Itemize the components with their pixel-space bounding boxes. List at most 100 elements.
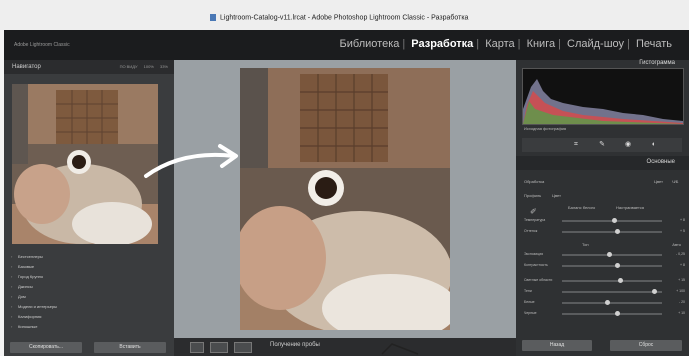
temp-label: Температура xyxy=(524,218,546,222)
nav-option-33[interactable]: 33% xyxy=(160,64,168,69)
module-picker: Библиотека | Разработка | Карта | Книга | Сл… xyxy=(337,38,675,50)
navigator-photo xyxy=(12,84,158,244)
toolbar: Получение пробы xyxy=(174,338,516,356)
exposure-value[interactable]: - 0,25 xyxy=(676,252,685,256)
module-separator: | xyxy=(558,38,561,50)
survey-view-button[interactable] xyxy=(234,342,252,353)
blacks-value[interactable]: + 10 xyxy=(678,311,685,315)
tint-label: Оттенок xyxy=(524,229,538,233)
wb-label: Баланс белого xyxy=(568,205,596,210)
highlights-value[interactable]: + 15 xyxy=(678,278,685,282)
treatment-bw-option[interactable]: Ч/Б xyxy=(672,179,678,184)
whites-slider[interactable] xyxy=(562,300,662,305)
module-print[interactable]: Печать xyxy=(633,38,675,50)
loupe-view-button[interactable] xyxy=(190,342,204,353)
right-panel: Гистограмма Исходная фотография ⌗ ✎ ◉ ◐ … xyxy=(516,60,689,356)
module-develop[interactable]: Разработка xyxy=(408,38,476,50)
temp-slider-knob[interactable] xyxy=(611,218,617,223)
nav-option-100[interactable]: 100% xyxy=(144,64,154,69)
contrast-label: Контрастность xyxy=(524,263,548,267)
tone-label: Тон xyxy=(582,242,589,247)
preset-item[interactable]: Дом xyxy=(8,292,174,302)
previous-button[interactable]: Назад xyxy=(522,340,592,351)
module-separator: | xyxy=(627,38,630,50)
left-panel: Навигатор ПО ВИДУ 100% 33% › Бестселлеры… xyxy=(4,60,174,356)
main-image[interactable] xyxy=(240,68,450,330)
red-eye-icon[interactable]: ◉ xyxy=(624,141,632,149)
basic-panel-header[interactable]: Основные xyxy=(516,156,689,170)
histogram-label[interactable]: Гистограмма xyxy=(639,60,675,66)
crop-icon[interactable]: ⌗ xyxy=(572,141,580,149)
preset-item[interactable]: Город Крупно xyxy=(8,272,174,282)
navigator-options: ПО ВИДУ 100% 33% xyxy=(115,60,168,74)
reset-button[interactable]: Сброс xyxy=(610,340,682,351)
decorative-arrow xyxy=(144,144,238,178)
copy-settings-button[interactable]: Скопировать... xyxy=(10,342,82,353)
module-map[interactable]: Карта xyxy=(482,38,517,50)
original-photo-label[interactable]: Исходная фотография xyxy=(524,126,566,131)
profile-label: Профиль xyxy=(524,193,542,198)
whites-value[interactable]: - 20 xyxy=(679,300,685,304)
window-titlebar: Lightroom-Catalog-v11.lrcat - Adobe Phot… xyxy=(0,0,689,30)
treatment-color-option[interactable]: Цвет xyxy=(654,179,663,184)
wb-dropdown[interactable]: Настраивается xyxy=(616,205,644,210)
paste-settings-button[interactable]: Вставить xyxy=(94,342,166,353)
preset-item[interactable]: Базовые xyxy=(8,262,174,272)
whites-slider-knob[interactable] xyxy=(604,300,610,305)
exposure-slider-knob[interactable] xyxy=(606,252,612,257)
presets-list: Бестселлеры Базовые Город Крупно Джинсы … xyxy=(8,252,174,332)
module-library[interactable]: Библиотека xyxy=(337,38,403,50)
tint-slider-knob[interactable] xyxy=(614,229,620,234)
masking-icon[interactable]: ◐ xyxy=(650,141,658,149)
right-panel-buttons: Назад Сброс xyxy=(522,340,682,352)
preset-item[interactable]: Калифорния xyxy=(8,312,174,322)
module-slideshow[interactable]: Слайд-шоу xyxy=(564,38,627,50)
shadows-value[interactable]: + 100 xyxy=(676,289,685,293)
window-title-text: Lightroom-Catalog-v11.lrcat - Adobe Phot… xyxy=(220,14,469,22)
histogram-graph xyxy=(523,79,683,124)
module-separator: | xyxy=(476,38,480,50)
exposure-label: Экспозиция xyxy=(524,252,544,256)
navigator-label: Навигатор xyxy=(12,64,41,70)
tool-strip: ⌗ ✎ ◉ ◐ xyxy=(522,138,682,152)
blacks-slider[interactable] xyxy=(562,311,662,316)
module-separator: | xyxy=(517,38,521,50)
exposure-slider[interactable] xyxy=(562,252,662,257)
preset-item[interactable]: Джинсы xyxy=(8,282,174,292)
compare-view-button[interactable] xyxy=(210,342,228,353)
tint-value[interactable]: + 5 xyxy=(680,229,685,233)
soft-proof-label[interactable]: Получение пробы xyxy=(270,342,320,348)
tone-auto-button[interactable]: Авто xyxy=(672,242,681,247)
decorative-stroke xyxy=(381,343,419,355)
left-panel-buttons: Скопировать... Вставить xyxy=(10,342,170,354)
nav-option-fit[interactable]: ПО ВИДУ xyxy=(120,64,138,69)
brand-label: Adobe Lightroom Classic xyxy=(14,42,70,48)
healing-brush-icon[interactable]: ✎ xyxy=(598,141,606,149)
main-canvas[interactable] xyxy=(174,60,516,338)
blacks-slider-knob[interactable] xyxy=(614,311,620,316)
navigator-preview-image[interactable] xyxy=(12,84,158,244)
contrast-slider[interactable] xyxy=(562,263,662,268)
preset-item[interactable]: Бестселлеры xyxy=(8,252,174,262)
temp-slider[interactable] xyxy=(562,218,662,223)
preset-item[interactable]: Модели и интерьеры xyxy=(8,302,174,312)
module-header: Adobe Lightroom Classic Библиотека | Разр… xyxy=(4,30,689,60)
histogram xyxy=(522,68,684,125)
module-book[interactable]: Книга xyxy=(524,38,559,50)
tint-slider[interactable] xyxy=(562,229,662,234)
contrast-value[interactable]: + 8 xyxy=(680,263,685,267)
navigator-header[interactable]: Навигатор ПО ВИДУ 100% 33% xyxy=(4,60,174,74)
highlights-slider-knob[interactable] xyxy=(617,278,623,283)
profile-dropdown[interactable]: Цвет xyxy=(552,193,561,198)
temp-value[interactable]: + 8 xyxy=(680,218,685,222)
blacks-label: Черные xyxy=(524,311,537,315)
shadows-slider[interactable] xyxy=(562,289,662,294)
contrast-slider-knob[interactable] xyxy=(614,263,620,268)
highlights-slider[interactable] xyxy=(562,278,662,283)
eyedropper-icon[interactable]: ✐ xyxy=(530,207,537,216)
highlights-label: Светлые области xyxy=(524,278,553,282)
preset-item[interactable]: Киношные xyxy=(8,322,174,332)
app-window: Lightroom-Catalog-v11.lrcat - Adobe Phot… xyxy=(0,0,689,356)
shadows-slider-knob[interactable] xyxy=(651,289,657,294)
main-photo xyxy=(240,68,450,330)
